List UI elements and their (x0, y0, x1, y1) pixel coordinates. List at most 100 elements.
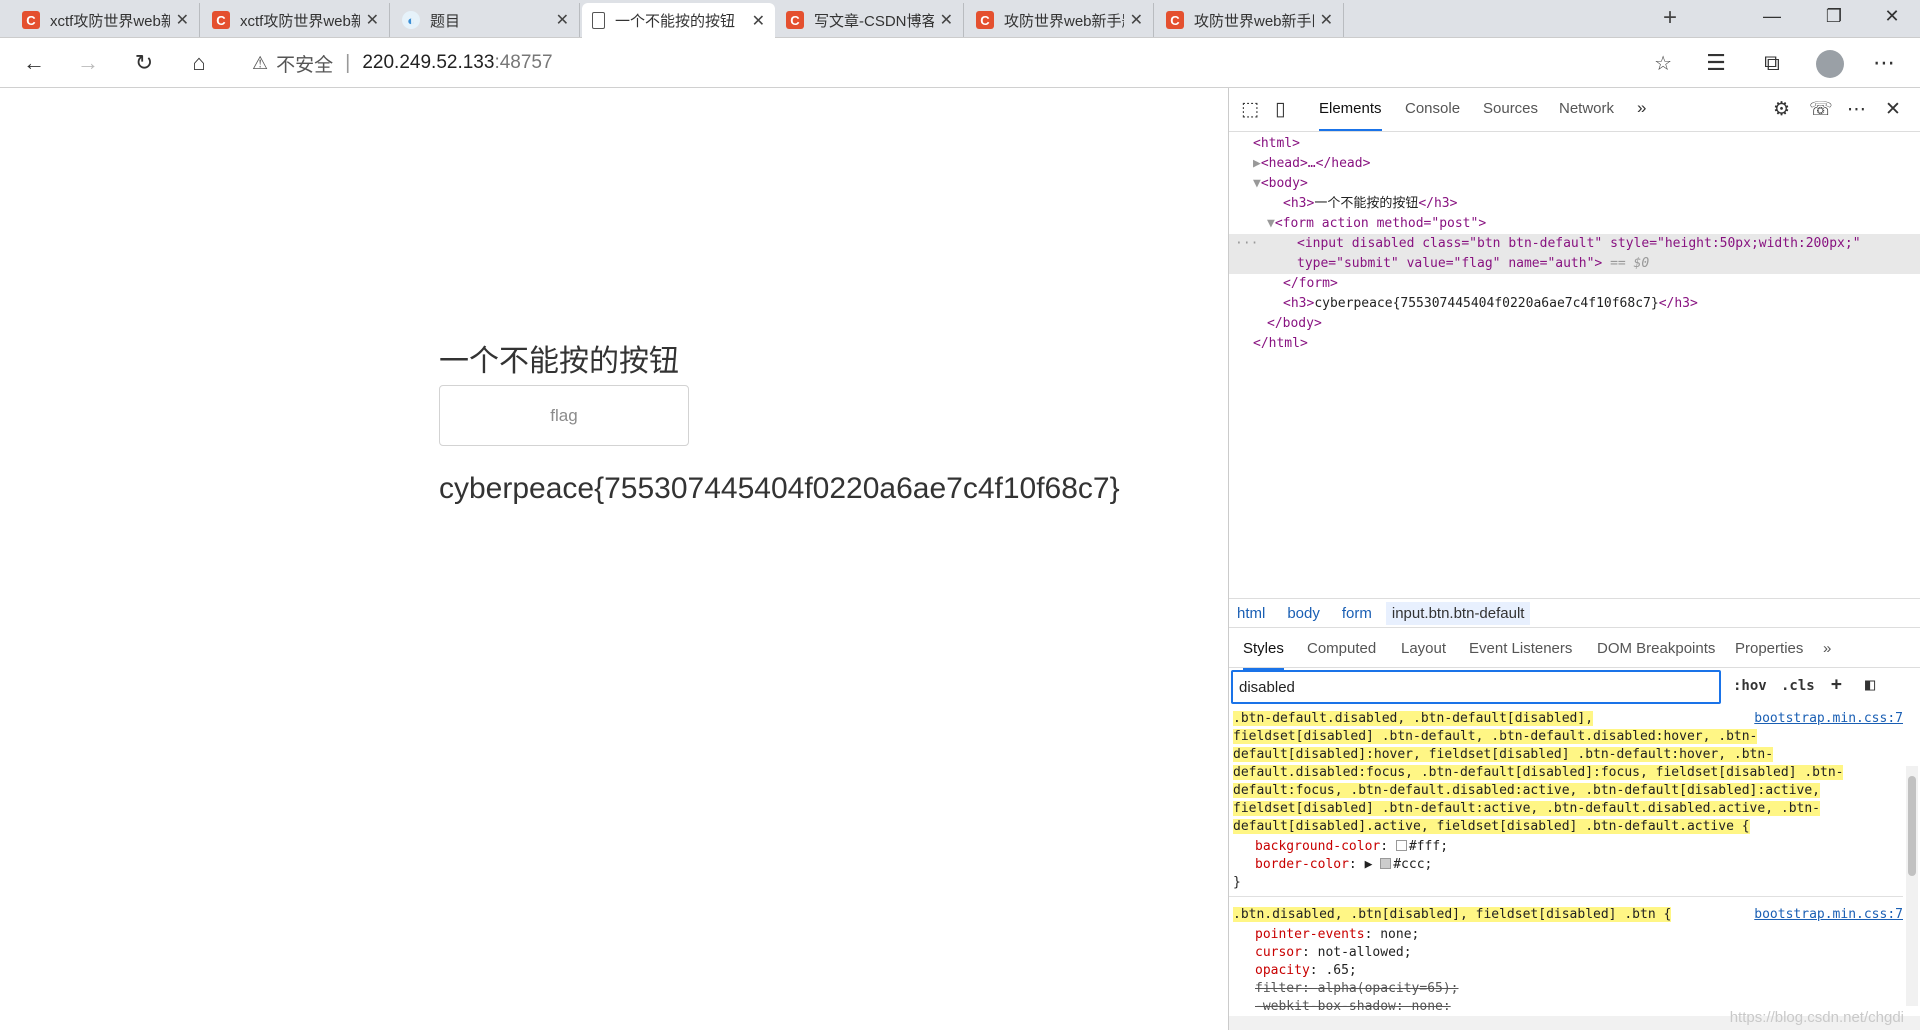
breadcrumb-form[interactable]: form (1342, 605, 1372, 622)
tab-7[interactable]: C 攻防世界web新手区题 ✕ (1156, 3, 1344, 37)
settings-gear-icon[interactable]: ⚙ (1773, 98, 1790, 121)
tab-sources[interactable]: Sources (1483, 100, 1538, 117)
flag-button-disabled[interactable]: flag (439, 385, 689, 446)
watermark: https://blog.csdn.net/chgdi (1729, 1009, 1904, 1026)
close-icon[interactable]: ✕ (556, 10, 569, 30)
selector-line: .btn-default.disabled, .btn-default[disa… (1233, 711, 1594, 726)
subtab-layout[interactable]: Layout (1401, 640, 1446, 657)
favorite-star-icon[interactable]: ☆ (1654, 51, 1672, 76)
device-toolbar-icon[interactable]: ▯ (1275, 98, 1285, 121)
tab-console[interactable]: Console (1405, 100, 1460, 117)
breadcrumb-body[interactable]: body (1287, 605, 1320, 622)
dom-node-h3-flag[interactable]: <h3>cyberpeace{755307445404f0220a6ae7c4f… (1283, 294, 1698, 314)
css-property-pointer-events[interactable]: pointer-events: none; (1255, 926, 1419, 944)
feedback-icon[interactable]: ☏ (1809, 98, 1833, 121)
more-options-icon[interactable]: ⋯ (1847, 98, 1866, 121)
styles-filter-input[interactable]: disabled (1231, 670, 1721, 704)
tab-1[interactable]: C xctf攻防世界web新手练 ✕ (12, 3, 200, 37)
close-icon[interactable]: ✕ (1320, 10, 1333, 30)
rule-close-brace: } (1233, 875, 1241, 890)
breadcrumb-input[interactable]: input.btn.btn-default (1385, 601, 1531, 625)
tab-2[interactable]: C xctf攻防世界web新手练 ✕ (202, 3, 390, 37)
color-swatch[interactable] (1380, 858, 1392, 869)
rule-divider (1229, 896, 1903, 897)
color-swatch[interactable] (1395, 840, 1407, 851)
selector-line: default.disabled:focus, .btn-default[dis… (1233, 765, 1844, 780)
more-icon[interactable]: ⋯ (1868, 47, 1900, 79)
subtab-computed[interactable]: Computed (1307, 640, 1376, 657)
tab-network[interactable]: Network (1559, 100, 1614, 117)
web-page: 一个不能按的按钮 flag cyberpeace{755307445404f02… (0, 88, 1228, 1030)
more-subtabs-icon[interactable]: » (1823, 640, 1831, 657)
tab-strip: C xctf攻防世界web新手练 ✕ C xctf攻防世界web新手练 ✕ ◐ … (0, 0, 1920, 38)
tab-elements[interactable]: Elements (1319, 100, 1382, 131)
subtab-properties[interactable]: Properties (1735, 640, 1803, 657)
toggle-sidebar-icon[interactable]: ◧ (1865, 675, 1875, 695)
window-close-icon[interactable]: ✕ (1874, 6, 1910, 27)
dom-node-input-line1[interactable]: <input disabled class="btn btn-default" … (1297, 234, 1861, 254)
subtab-dom-breakpoints[interactable]: DOM Breakpoints (1597, 640, 1715, 657)
back-icon[interactable]: ← (18, 47, 50, 79)
tab-4-active[interactable]: 一个不能按的按钮 ✕ (582, 3, 775, 38)
subtab-styles[interactable]: Styles (1243, 640, 1284, 670)
tab-title: xctf攻防世界web新手练 (50, 12, 170, 30)
dom-node-h3[interactable]: <h3>一个不能按的按钮</h3> (1283, 194, 1457, 214)
css-property-cursor[interactable]: cursor: not-allowed; (1255, 944, 1412, 962)
flag-text: cyberpeace{755307445404f0220a6ae7c4f10f6… (439, 472, 1120, 505)
collapse-arrow-icon[interactable]: ▼ (1267, 216, 1275, 231)
cls-toggle[interactable]: .cls (1781, 678, 1815, 694)
selector-line: default[disabled].active, fieldset[disab… (1233, 819, 1750, 834)
minimize-icon[interactable]: — (1754, 6, 1790, 27)
dom-node-menu-icon[interactable]: ··· (1235, 234, 1258, 254)
address-bar[interactable]: ⚠ 不安全 | 220.249.52.133 :48757 ☆ (236, 44, 1686, 82)
tab-3[interactable]: ◐ 题目 ✕ (392, 3, 580, 37)
new-tab-icon[interactable]: + (1655, 4, 1685, 32)
dom-node-form-close[interactable]: </form> (1283, 274, 1338, 294)
browser-window: C xctf攻防世界web新手练 ✕ C xctf攻防世界web新手练 ✕ ◐ … (0, 0, 1920, 1030)
dom-node-body[interactable]: ▼<body> (1253, 174, 1308, 194)
close-icon[interactable]: ✕ (176, 10, 189, 30)
close-icon[interactable]: ✕ (366, 10, 379, 30)
dom-node-head[interactable]: ▶<head>…</head> (1253, 154, 1370, 174)
more-tabs-icon[interactable]: » (1637, 98, 1646, 118)
expand-arrow-icon[interactable]: ▶ (1365, 857, 1373, 872)
close-icon[interactable]: ✕ (752, 11, 765, 31)
subtab-event-listeners[interactable]: Event Listeners (1469, 640, 1572, 657)
dom-node-form[interactable]: ▼<form action method="post"> (1267, 214, 1486, 234)
hov-toggle[interactable]: :hov (1733, 678, 1767, 694)
css-property-border-color[interactable]: border-color: ▶ #ccc; (1255, 856, 1432, 874)
styles-vertical-scrollbar[interactable] (1906, 766, 1918, 1006)
close-icon[interactable]: ✕ (940, 10, 953, 30)
dom-node-html[interactable]: <html> (1253, 134, 1300, 154)
dom-node-input-line2[interactable]: type="submit" value="flag" name="auth"> … (1297, 254, 1649, 274)
tab-title: 攻防世界web新手题答 (1004, 12, 1124, 30)
reload-icon[interactable]: ↻ (128, 47, 160, 79)
favorites-icon[interactable]: ☰ (1700, 47, 1732, 79)
breadcrumb: html body form input.btn.btn-default (1229, 598, 1920, 628)
restore-icon[interactable]: ❐ (1816, 6, 1852, 27)
css-property-filter-overridden[interactable]: filter: alpha(opacity=65); (1255, 980, 1459, 998)
expand-arrow-icon[interactable]: ▶ (1253, 156, 1261, 171)
tab-5[interactable]: C 写文章-CSDN博客 ✕ (776, 3, 964, 37)
url-port: :48757 (494, 52, 553, 73)
scroll-thumb[interactable] (1908, 776, 1916, 876)
source-link[interactable]: bootstrap.min.css:7 (1754, 906, 1903, 924)
css-property-opacity[interactable]: opacity: .65; (1255, 962, 1357, 980)
new-rule-icon[interactable]: + (1831, 674, 1842, 695)
css-property-box-shadow-overridden[interactable]: -webkit-box-shadow: none; (1255, 998, 1451, 1010)
dom-node-body-close[interactable]: </body> (1267, 314, 1322, 334)
close-devtools-icon[interactable]: ✕ (1885, 98, 1901, 121)
tab-6[interactable]: C 攻防世界web新手题答 ✕ (966, 3, 1154, 37)
collections-icon[interactable]: ⧉ (1756, 47, 1788, 79)
home-icon[interactable]: ⌂ (183, 47, 215, 79)
dom-node-html-close[interactable]: </html> (1253, 334, 1308, 354)
profile-avatar[interactable] (1816, 50, 1844, 78)
close-icon[interactable]: ✕ (1130, 10, 1143, 30)
collapse-arrow-icon[interactable]: ▼ (1253, 176, 1261, 191)
css-property-background-color[interactable]: background-color: #fff; (1255, 838, 1448, 856)
browser-toolbar: ← → ↻ ⌂ ⚠ 不安全 | 220.249.52.133 :48757 ☆ … (0, 38, 1920, 88)
source-link[interactable]: bootstrap.min.css:7 (1754, 710, 1903, 728)
inspect-element-icon[interactable]: ⬚ (1241, 98, 1259, 121)
breadcrumb-html[interactable]: html (1237, 605, 1265, 622)
forward-icon[interactable]: → (72, 47, 104, 79)
